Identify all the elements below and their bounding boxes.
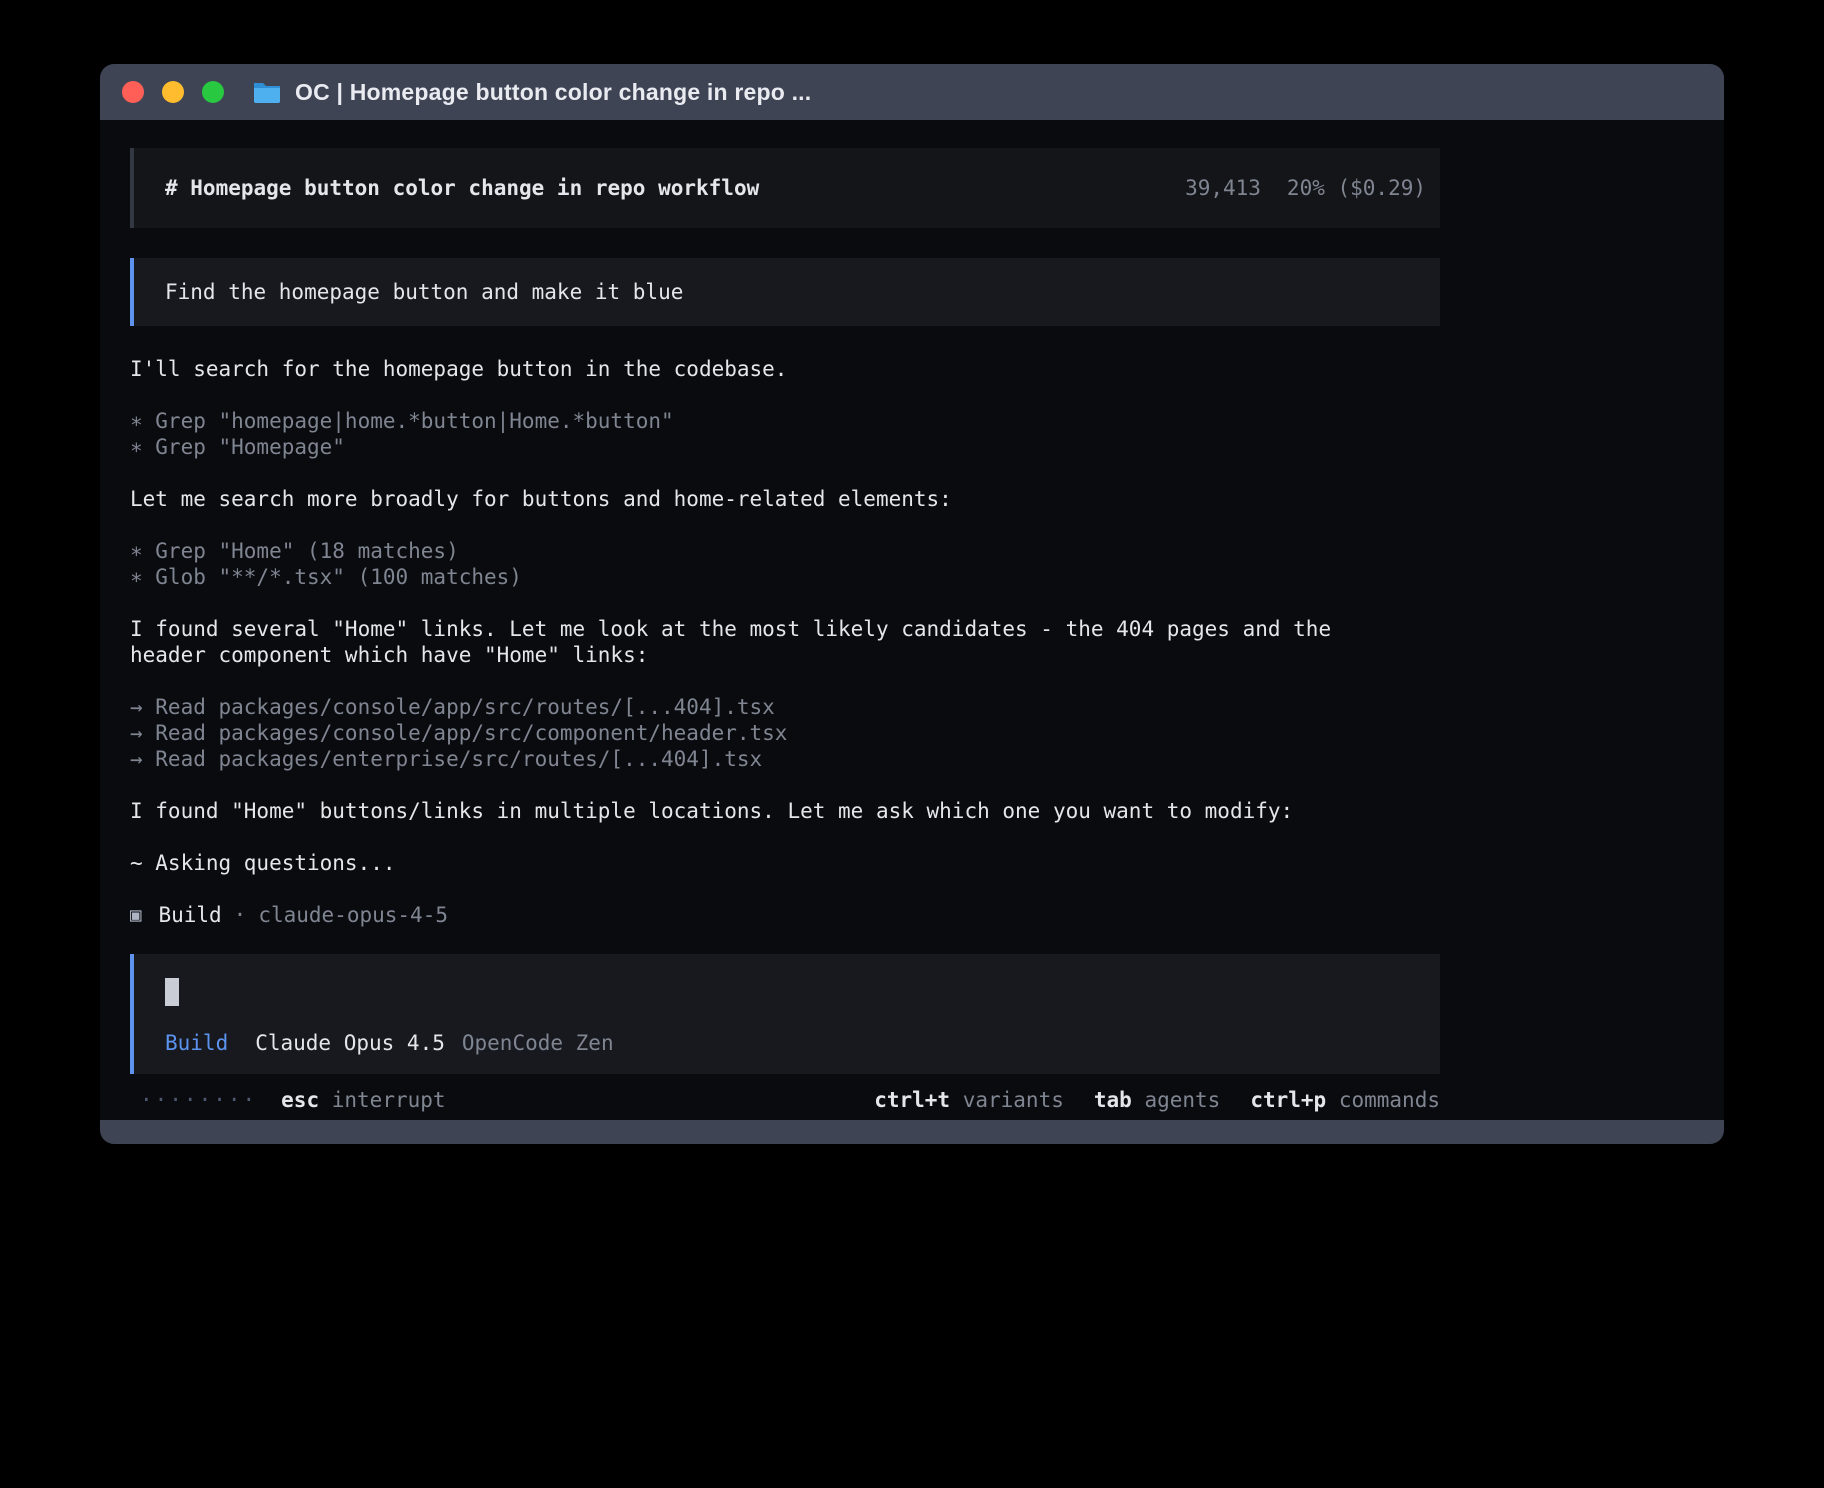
shortcut-hint-commands: ctrl+p commands	[1250, 1088, 1440, 1112]
tool-call-group: ∗ Grep "Home" (18 matches)∗ Glob "**/*.t…	[130, 538, 1440, 590]
key-combo: esc	[281, 1088, 319, 1112]
folder-icon	[252, 80, 282, 104]
tool-call-line: ∗ Glob "**/*.tsx" (100 matches)	[130, 564, 1440, 590]
tool-call-line: → Read packages/console/app/src/componen…	[130, 720, 1440, 746]
key-combo: ctrl+p	[1250, 1088, 1326, 1112]
assistant-message: I'll search for the homepage button in t…	[130, 356, 1440, 382]
zoom-button[interactable]	[202, 81, 224, 103]
input-footer: Build Claude Opus 4.5 OpenCode Zen	[165, 1030, 1440, 1056]
statusbar-left: ········ esc interrupt	[140, 1088, 446, 1112]
traffic-lights	[122, 81, 224, 103]
assistant-text-line: Let me search more broadly for buttons a…	[130, 486, 1440, 512]
input-mode-label: Build	[165, 1030, 228, 1056]
text-cursor	[165, 978, 179, 1006]
window-bottom-strip	[100, 1120, 1724, 1144]
assistant-text-line: ~ Asking questions...	[130, 850, 1440, 876]
tool-call-line: ∗ Grep "Homepage"	[130, 434, 1440, 460]
minimize-button[interactable]	[162, 81, 184, 103]
session-stats: 39,413 20% ($0.29)	[1185, 176, 1426, 200]
input-provider-label: OpenCode Zen	[462, 1030, 614, 1056]
progress-dots: ········	[140, 1088, 257, 1112]
window-titlebar: OC | Homepage button color change in rep…	[100, 64, 1724, 120]
agent-name: Build	[158, 902, 221, 928]
tool-call-line: → Read packages/enterprise/src/routes/[.…	[130, 746, 1440, 772]
assistant-text-line: I found several "Home" links. Let me loo…	[130, 616, 1440, 642]
terminal-window: OC | Homepage button color change in rep…	[100, 64, 1724, 1144]
key-combo: ctrl+t	[874, 1088, 950, 1112]
token-count: 39,413	[1185, 176, 1261, 200]
transcript: I'll search for the homepage button in t…	[130, 356, 1440, 902]
assistant-message: Let me search more broadly for buttons a…	[130, 486, 1440, 512]
context-usage: 20% ($0.29)	[1287, 176, 1426, 200]
statusbar: ········ esc interrupt ctrl+t variants ta…	[130, 1080, 1440, 1120]
terminal-content: # Homepage button color change in repo w…	[100, 120, 1724, 1120]
key-label: agents	[1144, 1088, 1220, 1112]
desktop-background: OC | Homepage button color change in rep…	[0, 0, 1824, 1488]
key-combo: tab	[1094, 1088, 1132, 1112]
tool-call-line: → Read packages/console/app/src/routes/[…	[130, 694, 1440, 720]
user-message: Find the homepage button and make it blu…	[130, 258, 1440, 326]
close-button[interactable]	[122, 81, 144, 103]
assistant-message: ~ Asking questions...	[130, 850, 1440, 876]
agent-status-line: ▣ Build · claude-opus-4-5	[130, 902, 1440, 928]
key-label: commands	[1339, 1088, 1440, 1112]
tool-call-group: → Read packages/console/app/src/routes/[…	[130, 694, 1440, 772]
user-message-text: Find the homepage button and make it blu…	[165, 280, 683, 304]
assistant-text-line: header component which have "Home" links…	[130, 642, 1440, 668]
shortcut-hint-agents: tab agents	[1094, 1088, 1220, 1112]
window-title: OC | Homepage button color change in rep…	[295, 79, 811, 106]
assistant-message: I found several "Home" links. Let me loo…	[130, 616, 1440, 668]
tool-call-line: ∗ Grep "Home" (18 matches)	[130, 538, 1440, 564]
assistant-message: I found "Home" buttons/links in multiple…	[130, 798, 1440, 824]
shortcut-hint-variants: ctrl+t variants	[874, 1088, 1064, 1112]
prompt-input[interactable]: Build Claude Opus 4.5 OpenCode Zen	[130, 954, 1440, 1074]
key-label: variants	[963, 1088, 1064, 1112]
session-title: # Homepage button color change in repo w…	[165, 176, 759, 200]
key-label: interrupt	[332, 1088, 446, 1112]
tool-call-line: ∗ Grep "homepage|home.*button|Home.*butt…	[130, 408, 1440, 434]
assistant-text-line: I found "Home" buttons/links in multiple…	[130, 798, 1440, 824]
input-model-label: Claude Opus 4.5	[255, 1030, 445, 1056]
tool-call-group: ∗ Grep "homepage|home.*button|Home.*butt…	[130, 408, 1440, 460]
agent-model: claude-opus-4-5	[258, 902, 448, 928]
session-header: # Homepage button color change in repo w…	[130, 148, 1440, 228]
tui-column: # Homepage button color change in repo w…	[130, 148, 1440, 1120]
statusbar-right: ctrl+t variants tab agents ctrl+p commands	[874, 1088, 1440, 1112]
agent-separator: ·	[234, 902, 247, 928]
agent-icon: ▣	[130, 902, 141, 928]
assistant-text-line: I'll search for the homepage button in t…	[130, 356, 1440, 382]
shortcut-hint-interrupt: esc interrupt	[281, 1088, 445, 1112]
